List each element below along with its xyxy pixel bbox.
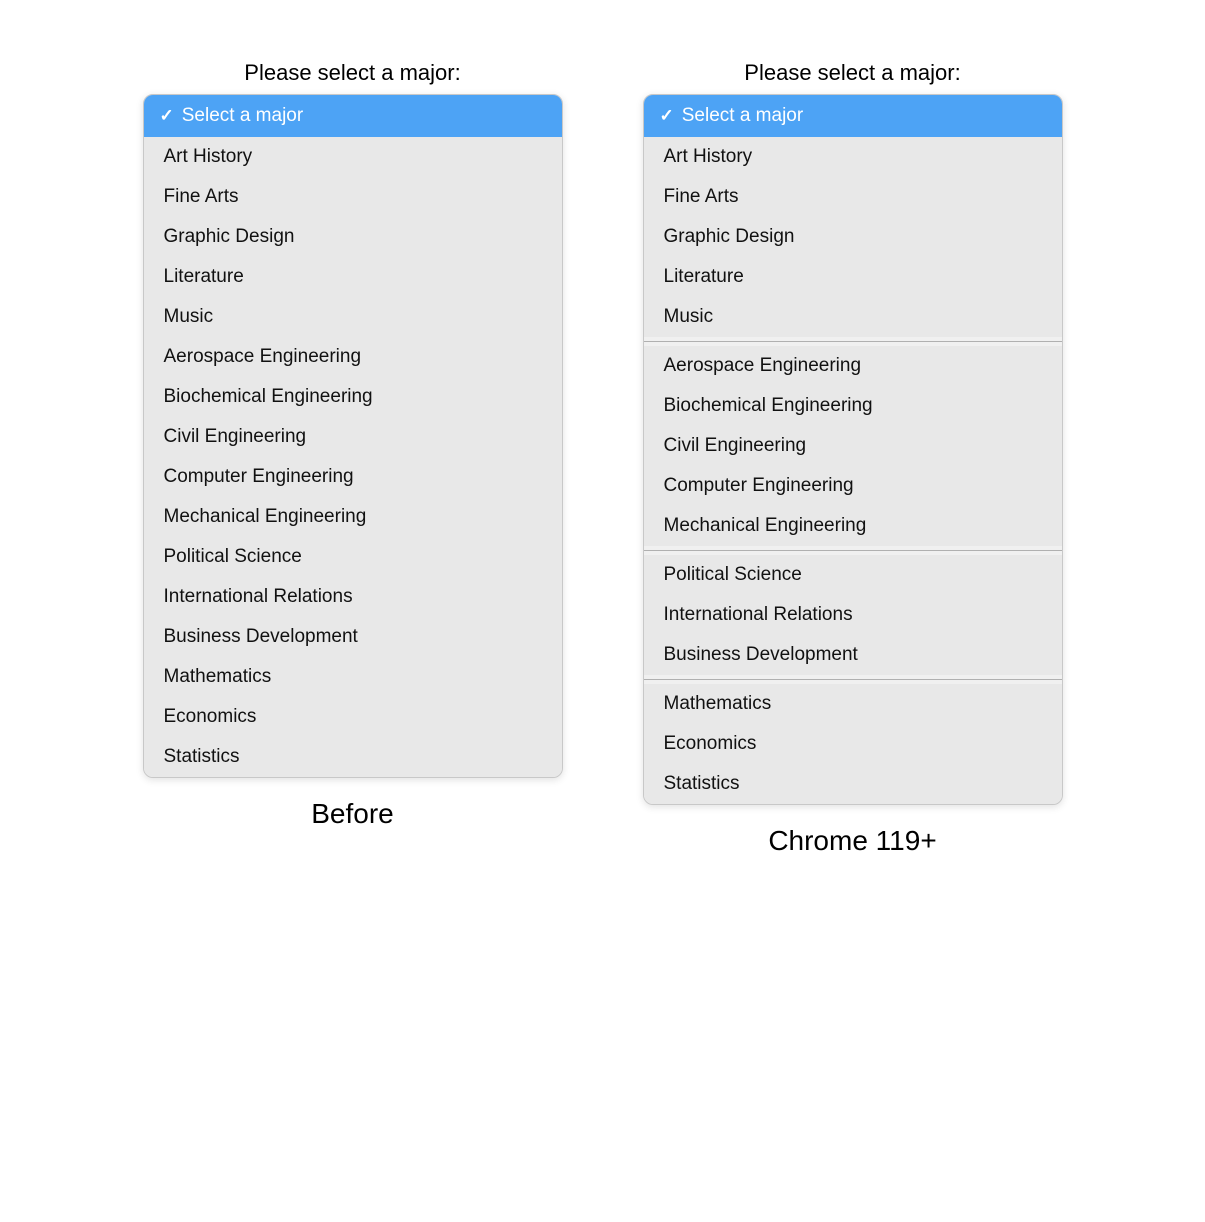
group-divider-1 [644, 341, 1062, 342]
list-item[interactable]: Economics [644, 724, 1062, 764]
list-item[interactable]: Literature [144, 257, 562, 297]
list-item[interactable]: Music [144, 297, 562, 337]
list-item[interactable]: Fine Arts [644, 177, 1062, 217]
chrome-group-1: Art History Fine Arts Graphic Design Lit… [644, 137, 1062, 337]
before-caption: Before [311, 798, 394, 829]
list-item[interactable]: International Relations [144, 577, 562, 617]
chrome-panel: Please select a major: ✓ Select a major … [643, 60, 1063, 857]
group-divider-3 [644, 679, 1062, 680]
list-item[interactable]: Political Science [144, 537, 562, 577]
chrome-group-2: Aerospace Engineering Biochemical Engine… [644, 346, 1062, 546]
list-item[interactable]: Graphic Design [644, 217, 1062, 257]
list-item[interactable]: Mathematics [644, 684, 1062, 724]
list-item[interactable]: Art History [644, 137, 1062, 177]
before-selected-option[interactable]: ✓ Select a major [144, 95, 562, 137]
list-item[interactable]: Statistics [644, 764, 1062, 804]
list-item[interactable]: Biochemical Engineering [144, 377, 562, 417]
list-item[interactable]: Civil Engineering [144, 417, 562, 457]
before-panel: Please select a major: ✓ Select a major … [143, 60, 563, 830]
chrome-group-4: Mathematics Economics Statistics [644, 684, 1062, 804]
list-item[interactable]: Computer Engineering [644, 466, 1062, 506]
list-item[interactable]: Statistics [144, 737, 562, 777]
before-options-group: Art History Fine Arts Graphic Design Lit… [144, 137, 562, 777]
list-item[interactable]: Business Development [644, 635, 1062, 675]
list-item[interactable]: Mechanical Engineering [644, 506, 1062, 546]
list-item[interactable]: Aerospace Engineering [644, 346, 1062, 386]
before-checkmark-icon: ✓ [160, 106, 174, 126]
list-item[interactable]: Political Science [644, 555, 1062, 595]
list-item[interactable]: International Relations [644, 595, 1062, 635]
list-item[interactable]: Music [644, 297, 1062, 337]
before-panel-label: Please select a major: [143, 60, 563, 86]
list-item[interactable]: Computer Engineering [144, 457, 562, 497]
main-container: Please select a major: ✓ Select a major … [20, 40, 1185, 857]
list-item[interactable]: Mechanical Engineering [144, 497, 562, 537]
chrome-group-3: Political Science International Relation… [644, 555, 1062, 675]
chrome-checkmark-icon: ✓ [660, 106, 674, 126]
list-item[interactable]: Biochemical Engineering [644, 386, 1062, 426]
list-item[interactable]: Economics [144, 697, 562, 737]
chrome-panel-label: Please select a major: [643, 60, 1063, 86]
chrome-selected-label: Select a major [682, 105, 803, 127]
list-item[interactable]: Civil Engineering [644, 426, 1062, 466]
list-item[interactable]: Aerospace Engineering [144, 337, 562, 377]
list-item[interactable]: Mathematics [144, 657, 562, 697]
group-divider-2 [644, 550, 1062, 551]
before-dropdown[interactable]: ✓ Select a major Art History Fine Arts G… [143, 94, 563, 778]
chrome-caption: Chrome 119+ [768, 825, 936, 856]
chrome-selected-option[interactable]: ✓ Select a major [644, 95, 1062, 137]
list-item[interactable]: Fine Arts [144, 177, 562, 217]
before-selected-label: Select a major [182, 105, 303, 127]
chrome-dropdown[interactable]: ✓ Select a major Art History Fine Arts G… [643, 94, 1063, 805]
chrome-caption-row: Chrome 119+ [643, 825, 1063, 857]
list-item[interactable]: Art History [144, 137, 562, 177]
list-item[interactable]: Business Development [144, 617, 562, 657]
before-caption-row: Before [143, 798, 563, 830]
list-item[interactable]: Graphic Design [144, 217, 562, 257]
list-item[interactable]: Literature [644, 257, 1062, 297]
